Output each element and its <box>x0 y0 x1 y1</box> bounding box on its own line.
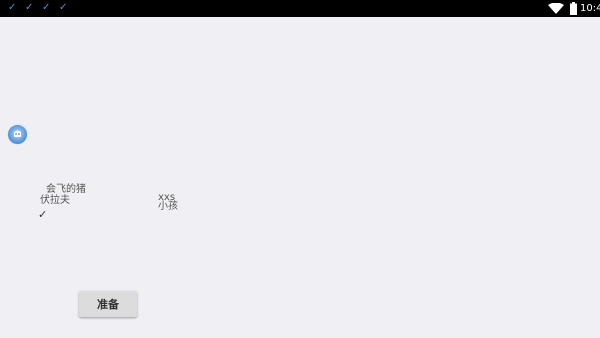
wifi-icon <box>548 3 564 14</box>
check-notification-icon: ✓ <box>59 2 68 13</box>
left-player-bottom-name: 伏拉夫 <box>40 195 70 206</box>
check-notification-icon: ✓ <box>25 2 34 13</box>
check-notification-icon: ✓ <box>42 2 51 13</box>
ready-button[interactable]: 准备 <box>79 291 137 317</box>
status-bar: ✓ ✓ ✓ ✓ 10:47 <box>0 0 600 17</box>
assistive-touch-icon[interactable] <box>7 124 28 145</box>
right-player-bottom-name: 小孩 <box>158 201 178 212</box>
check-notification-icon: ✓ <box>8 2 17 13</box>
status-clock: 10:47 <box>580 3 600 14</box>
ready-check-icon: ✓ <box>38 208 48 221</box>
battery-icon <box>570 2 577 15</box>
